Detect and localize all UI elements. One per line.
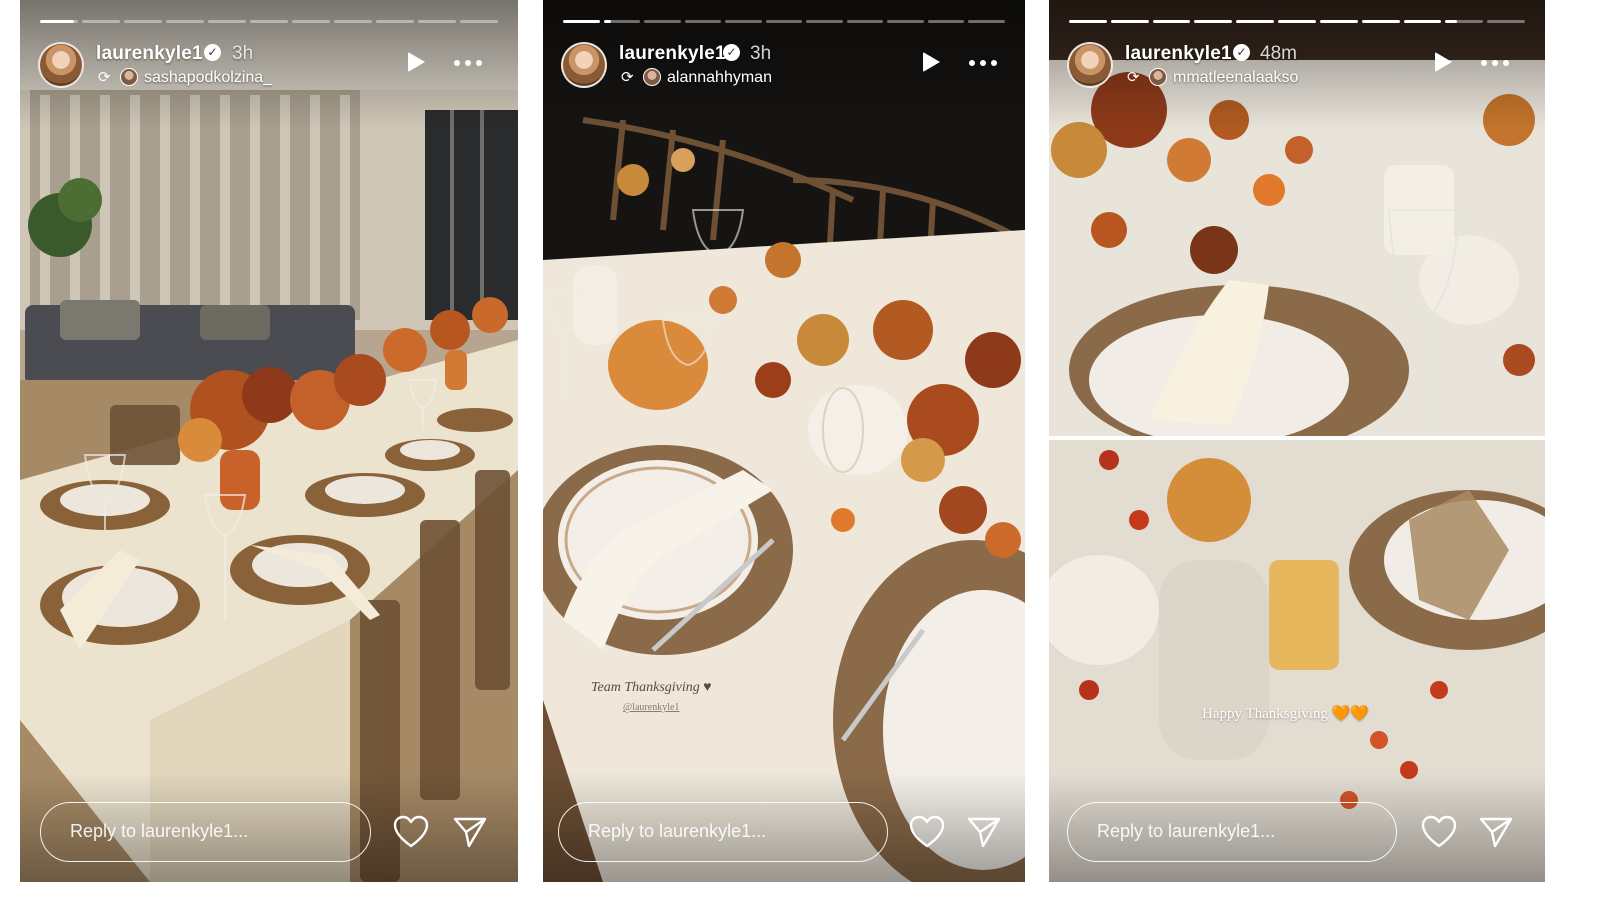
reply-input[interactable]: Reply to laurenkyle1... — [558, 802, 888, 862]
repost-icon: ⟳ — [621, 69, 634, 86]
progress-segment — [927, 20, 965, 23]
avatar[interactable] — [1067, 42, 1113, 88]
progress-segment — [1069, 20, 1107, 23]
progress-segment — [208, 20, 246, 23]
avatar[interactable] — [38, 42, 84, 88]
progress-segment — [684, 20, 722, 23]
progress-segment — [40, 20, 78, 23]
progress-segment — [1152, 20, 1191, 23]
play-icon[interactable] — [1435, 52, 1452, 72]
story-photo-collage — [1049, 0, 1545, 882]
progress-segment — [968, 20, 1006, 23]
repost-icon: ⟳ — [1127, 69, 1140, 86]
progress-segment — [887, 20, 924, 23]
progress-segment — [765, 20, 803, 23]
username[interactable]: laurenkyle1 — [96, 43, 203, 65]
progress-segment — [1278, 20, 1316, 23]
heart-icon[interactable] — [1421, 815, 1457, 849]
send-icon[interactable] — [452, 815, 488, 849]
username[interactable]: laurenkyle1 — [619, 43, 726, 65]
avatar[interactable] — [561, 42, 607, 88]
reposter-avatar[interactable] — [120, 68, 138, 86]
story-caption: Happy Thanksgiving 🧡🧡 — [1202, 706, 1370, 722]
post-time: 3h — [232, 43, 254, 64]
verified-badge-icon: ✓ — [1233, 44, 1250, 61]
story-progress-bar — [563, 20, 1006, 23]
play-icon[interactable] — [408, 52, 425, 72]
more-options-icon[interactable] — [1481, 60, 1509, 66]
story-panel-1[interactable]: laurenkyle1 ✓ 3h ⟳ sashapodkolzina_ Repl… — [20, 0, 518, 882]
reply-placeholder: Reply to laurenkyle1... — [1097, 821, 1276, 841]
progress-segment — [1194, 20, 1233, 23]
story-progress-bar — [1069, 20, 1525, 23]
story-progress-bar — [40, 20, 498, 23]
play-icon[interactable] — [923, 52, 940, 72]
reposter-username[interactable]: alannahhyman — [667, 69, 772, 87]
progress-segment — [1487, 20, 1525, 23]
progress-segment — [725, 20, 762, 23]
progress-segment — [166, 20, 204, 23]
progress-segment — [1361, 20, 1400, 23]
heart-icon[interactable] — [393, 815, 429, 849]
progress-segment — [250, 20, 288, 23]
repost-icon: ⟳ — [98, 69, 111, 86]
send-icon[interactable] — [966, 815, 1002, 849]
progress-segment — [1403, 20, 1442, 23]
progress-segment — [1445, 20, 1484, 23]
reply-input[interactable]: Reply to laurenkyle1... — [40, 802, 371, 862]
reposter-avatar[interactable] — [1149, 68, 1167, 86]
username[interactable]: laurenkyle1 — [1125, 43, 1232, 65]
progress-segment — [603, 20, 641, 23]
story-photo-dining-room — [20, 0, 518, 882]
verified-badge-icon: ✓ — [204, 44, 221, 61]
caption-handle: @laurenkyle1 — [623, 702, 680, 713]
progress-segment — [124, 20, 162, 23]
reposter-username[interactable]: mmatleenalaakso — [1173, 69, 1298, 87]
verified-badge-icon: ✓ — [723, 44, 740, 61]
progress-segment — [1319, 20, 1358, 23]
progress-segment — [563, 20, 600, 23]
post-time: 48m — [1260, 43, 1297, 64]
progress-segment — [82, 20, 120, 23]
reply-placeholder: Reply to laurenkyle1... — [70, 821, 249, 841]
progress-segment — [806, 20, 843, 23]
progress-segment — [376, 20, 414, 23]
progress-segment — [846, 20, 884, 23]
progress-segment — [334, 20, 372, 23]
reply-input[interactable]: Reply to laurenkyle1... — [1067, 802, 1397, 862]
more-options-icon[interactable] — [969, 60, 997, 66]
progress-segment — [1236, 20, 1275, 23]
story-panel-2[interactable]: laurenkyle1 ✓ 3h ⟳ alannahhyman Team Tha… — [543, 0, 1025, 882]
more-options-icon[interactable] — [454, 60, 482, 66]
send-icon[interactable] — [1478, 815, 1514, 849]
progress-segment — [460, 20, 498, 23]
heart-icon[interactable] — [909, 815, 945, 849]
reposter-avatar[interactable] — [643, 68, 661, 86]
post-time: 3h — [750, 43, 772, 64]
progress-segment — [1110, 20, 1149, 23]
reposter-username[interactable]: sashapodkolzina_ — [144, 69, 272, 87]
progress-segment — [292, 20, 330, 23]
reply-placeholder: Reply to laurenkyle1... — [588, 821, 767, 841]
story-panel-3[interactable]: laurenkyle1 ✓ 48m ⟳ mmatleenalaakso Happ… — [1049, 0, 1545, 882]
story-photo-table-closeup — [543, 0, 1025, 882]
story-caption: Team Thanksgiving ♥ — [591, 680, 712, 695]
progress-segment — [644, 20, 681, 23]
progress-segment — [418, 20, 456, 23]
